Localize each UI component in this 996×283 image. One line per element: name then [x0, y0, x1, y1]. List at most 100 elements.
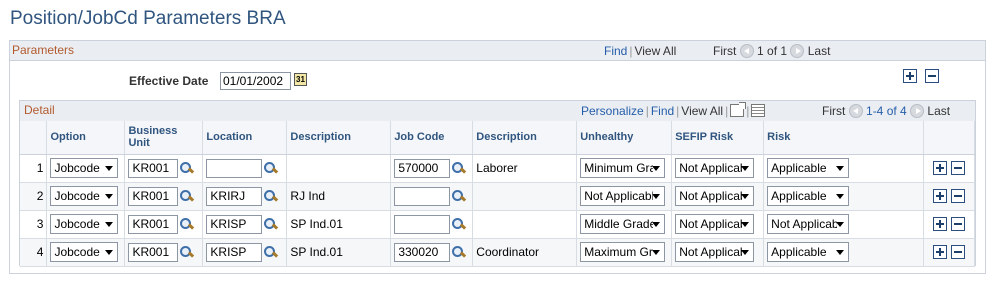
sefip-risk-header: SEFIP Risk — [671, 121, 765, 155]
detail-count: 1-4 of 4 — [866, 104, 907, 118]
business-unit-lookup-icon[interactable] — [180, 245, 193, 259]
detail-table: Option Business Unit Location Descriptio… — [20, 121, 976, 267]
delete-row-icon[interactable] — [950, 217, 965, 232]
location-description: RJ Ind — [286, 182, 392, 211]
job-code-input[interactable] — [394, 186, 451, 206]
detail-first-label: First — [822, 104, 846, 118]
unhealthy-select[interactable]: Not Applicable — [580, 186, 666, 206]
detail-view-all-link[interactable]: View All — [681, 104, 723, 118]
business-unit-input[interactable]: KR001 — [128, 214, 179, 234]
business-unit-input[interactable]: KR001 — [128, 186, 179, 206]
add-row-icon[interactable] — [903, 69, 917, 83]
row-number: 3 — [20, 210, 48, 239]
location-input[interactable]: KRISP — [206, 242, 263, 262]
chevron-down-icon — [652, 194, 661, 199]
delete-row-icon[interactable] — [950, 161, 965, 176]
option-header: Option — [46, 121, 126, 155]
row-number: 2 — [20, 182, 48, 211]
job-code-input[interactable] — [394, 214, 451, 234]
business-unit-input[interactable]: KR001 — [128, 158, 179, 178]
next-arrow-icon[interactable] — [790, 44, 805, 58]
detail-previous-arrow-icon[interactable] — [848, 104, 863, 118]
row-number: 1 — [20, 154, 48, 183]
location-header: Location — [202, 121, 288, 155]
job-code-description — [472, 182, 578, 211]
location-input[interactable]: KRISP — [206, 214, 263, 234]
unhealthy-select[interactable]: Minimum Grade — [580, 158, 666, 178]
previous-arrow-icon[interactable] — [739, 44, 754, 58]
risk-header: Risk — [763, 121, 924, 155]
location-lookup-icon[interactable] — [264, 161, 277, 175]
location-lookup-icon[interactable] — [264, 217, 277, 231]
unhealthy-select[interactable]: Middle Grade — [580, 214, 666, 234]
chevron-down-icon — [652, 222, 661, 227]
location-lookup-icon[interactable] — [264, 189, 277, 203]
option-select[interactable]: Jobcode — [50, 158, 119, 178]
unhealthy-select[interactable]: Maximum Grade — [580, 242, 666, 262]
chevron-down-icon — [741, 250, 750, 255]
parameters-pager: First 1 of 1 Last — [713, 44, 830, 58]
description-header: Description — [286, 121, 392, 155]
table-header-row: Option Business Unit Location Descriptio… — [20, 121, 976, 155]
job-description-header: Description — [472, 121, 578, 155]
location-input[interactable]: KRIRJ — [206, 186, 263, 206]
table-row: 4 Jobcode KR001 KRISP SP Ind.01 330020 Coordin… — [20, 238, 976, 267]
job-code-lookup-icon[interactable] — [452, 161, 465, 175]
delete-row-icon[interactable] — [950, 245, 965, 260]
business-unit-lookup-icon[interactable] — [180, 189, 193, 203]
job-code-input[interactable]: 570000 — [394, 158, 451, 178]
job-code-lookup-icon[interactable] — [452, 245, 465, 259]
add-row-icon[interactable] — [933, 217, 948, 232]
location-description — [286, 154, 392, 183]
location-input[interactable] — [206, 158, 263, 178]
job-code-lookup-icon[interactable] — [452, 189, 465, 203]
parameters-view-all-link[interactable]: View All — [634, 44, 676, 58]
parameters-find-link[interactable]: Find — [604, 44, 627, 58]
row-number-header — [20, 121, 48, 155]
detail-grid: Detail Personalize | Find | View All | | First… — [19, 100, 976, 267]
chevron-down-icon — [105, 166, 114, 171]
chevron-down-icon — [741, 222, 750, 227]
job-code-input[interactable]: 330020 — [394, 242, 451, 262]
location-lookup-icon[interactable] — [264, 245, 277, 259]
chevron-down-icon — [105, 194, 114, 199]
option-select[interactable]: Jobcode — [50, 214, 119, 234]
add-row-icon[interactable] — [933, 189, 948, 204]
add-row-icon[interactable] — [933, 161, 948, 176]
chevron-down-icon — [652, 250, 661, 255]
parameters-count: 1 of 1 — [757, 44, 788, 58]
sefip-risk-select[interactable]: Not Applicable — [675, 158, 755, 178]
risk-select[interactable]: Applicable — [767, 242, 850, 262]
job-code-description — [472, 210, 578, 239]
detail-next-arrow-icon[interactable] — [910, 104, 925, 118]
delete-row-icon[interactable] — [950, 189, 965, 204]
sefip-risk-select[interactable]: Not Applicable — [675, 214, 755, 234]
risk-select[interactable]: Applicable — [767, 186, 850, 206]
sefip-risk-select[interactable]: Not Applicable — [675, 242, 755, 262]
detail-find-link[interactable]: Find — [651, 104, 674, 118]
business-unit-input[interactable]: KR001 — [128, 242, 179, 262]
table-row: 3 Jobcode KR001 KRISP SP Ind.01 Middle Grade N… — [20, 210, 976, 239]
detail-pager: First 1-4 of 4 Last — [822, 104, 950, 118]
risk-select[interactable]: Not Applicable — [767, 214, 850, 234]
option-select[interactable]: Jobcode — [50, 242, 119, 262]
detail-nav-links: Personalize | Find | View All | | — [581, 102, 766, 118]
effective-date-input[interactable]: 01/01/2002 — [220, 72, 291, 90]
add-row-icon[interactable] — [933, 245, 948, 260]
sefip-risk-select[interactable]: Not Applicable — [675, 186, 755, 206]
calendar-icon[interactable]: 31 — [294, 73, 307, 86]
business-unit-lookup-icon[interactable] — [180, 161, 193, 175]
zoom-icon[interactable] — [730, 102, 747, 117]
job-code-description: Coordinator — [472, 238, 578, 267]
location-description: SP Ind.01 — [286, 238, 392, 267]
risk-select[interactable]: Applicable — [767, 158, 850, 178]
option-select[interactable]: Jobcode — [50, 186, 119, 206]
delete-row-icon[interactable] — [925, 69, 939, 83]
download-grid-icon[interactable] — [751, 104, 766, 117]
parameters-first-label: First — [713, 44, 737, 58]
personalize-link[interactable]: Personalize — [581, 104, 644, 118]
business-unit-lookup-icon[interactable] — [180, 217, 193, 231]
parameters-section: Parameters Find | View All First 1 of 1 La… — [9, 40, 986, 274]
job-code-lookup-icon[interactable] — [452, 217, 465, 231]
row-number: 4 — [20, 238, 48, 267]
